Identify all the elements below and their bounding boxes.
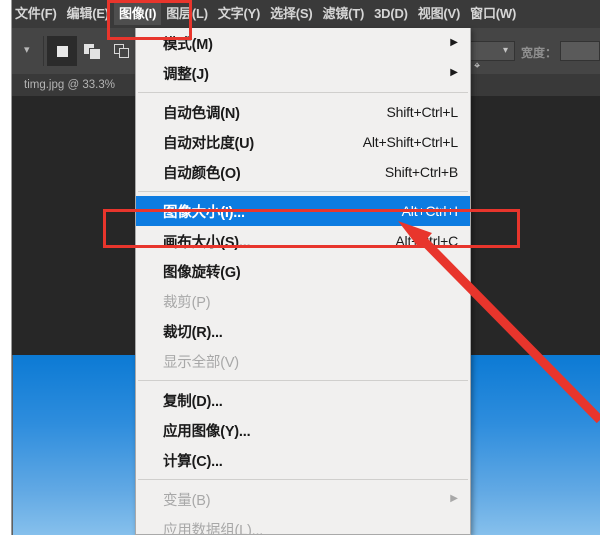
new-selection-icon: [56, 45, 68, 57]
menu-item-label: 应用图像(Y)...: [163, 423, 251, 440]
document-tab-label: timg.jpg @ 33.3%: [24, 79, 115, 91]
menu-item-0-0[interactable]: 模式(M) ▶: [136, 28, 470, 58]
menubar-item-4[interactable]: 文字(Y): [213, 3, 265, 25]
menu-item-2-5: 显示全部(V): [136, 346, 470, 376]
menu-item-3-1[interactable]: 应用图像(Y)...: [136, 415, 470, 445]
menu-item-label: 裁剪(P): [163, 294, 211, 311]
document-tab[interactable]: timg.jpg @ 33.3%: [12, 74, 125, 96]
selection-mode-group: [47, 36, 137, 66]
menu-item-2-1[interactable]: 画布大小(S)... Alt+Ctrl+C: [136, 226, 470, 256]
width-input[interactable]: [560, 41, 600, 61]
menu-item-4-1: 应用数据组(L)...: [136, 514, 470, 535]
menubar-item-8[interactable]: 视图(V): [413, 3, 465, 25]
menu-item-2-3: 裁剪(P): [136, 286, 470, 316]
submenu-arrow-icon: ▶: [450, 493, 458, 504]
menu-item-1-2[interactable]: 自动颜色(O) Shift+Ctrl+B: [136, 157, 470, 187]
menu-bar: 文件(F) 编辑(E) 图像(I) 图层(L) 文字(Y) 选择(S) 滤镜(T) 3D(D)…: [0, 0, 600, 28]
menu-item-label: 计算(C)...: [163, 453, 223, 470]
menu-item-label: 应用数据组(L)...: [163, 522, 264, 535]
menu-item-label: 模式(M): [163, 36, 213, 53]
menubar-item-1[interactable]: 编辑(E): [62, 3, 114, 25]
menu-separator-4: [138, 479, 468, 480]
width-label: 宽度：: [521, 46, 558, 60]
menubar-item-0[interactable]: 文件(F): [10, 3, 62, 25]
menu-item-label: 调整(J): [163, 66, 209, 83]
submenu-arrow-icon: ▶: [450, 265, 458, 276]
menu-item-label: 复制(D)...: [163, 393, 223, 410]
menu-item-4-0: 变量(B) ▶: [136, 484, 470, 514]
menu-item-2-0[interactable]: 图像大小(I)... Alt+Ctrl+I: [136, 196, 470, 226]
add-to-selection-button[interactable]: [77, 36, 107, 66]
menu-item-label: 变量(B): [163, 492, 211, 509]
left-gutter-divider: [11, 0, 12, 535]
menu-item-shortcut: Alt+Shift+Ctrl+L: [362, 134, 458, 150]
menu-item-label: 裁切(R)...: [163, 324, 223, 341]
menu-separator-2: [138, 191, 468, 192]
photoshop-window: timg.jpg @ 33.3% ▾ ▾ 宽度： ⌖ 文件(F) 编辑(E) 图…: [0, 0, 600, 535]
menu-item-label: 显示全部(V): [163, 354, 239, 371]
submenu-arrow-icon: ▶: [450, 37, 458, 48]
menu-item-3-0[interactable]: 复制(D)...: [136, 385, 470, 415]
menubar-item-6[interactable]: 滤镜(T): [318, 3, 370, 25]
menu-item-shortcut: Alt+Ctrl+C: [395, 233, 458, 249]
chevron-down-icon: ▾: [502, 45, 508, 56]
menu-item-2-2[interactable]: 图像旋转(G) ▶: [136, 256, 470, 286]
subtract-from-selection-icon: [114, 43, 130, 59]
menubar-item-3[interactable]: 图层(L): [161, 3, 213, 25]
menubar-item-7[interactable]: 3D(D): [369, 3, 413, 25]
menu-item-2-4[interactable]: 裁切(R)...: [136, 316, 470, 346]
menu-item-shortcut: Shift+Ctrl+L: [386, 104, 458, 120]
menu-item-1-1[interactable]: 自动对比度(U) Alt+Shift+Ctrl+L: [136, 127, 470, 157]
menubar-item-5[interactable]: 选择(S): [265, 3, 317, 25]
chevron-down-icon[interactable]: ▾: [24, 45, 35, 56]
menu-item-label: 自动对比度(U): [163, 135, 255, 152]
menu-item-shortcut: Alt+Ctrl+I: [401, 203, 459, 219]
options-divider-1: [43, 36, 44, 66]
add-to-selection-icon: [84, 43, 100, 59]
image-left-edge: [12, 355, 13, 535]
menu-item-0-1[interactable]: 调整(J) ▶: [136, 58, 470, 88]
menu-item-label: 图像旋转(G): [163, 264, 241, 281]
menu-item-label: 画布大小(S)...: [163, 234, 251, 251]
menubar-item-9[interactable]: 窗口(W): [465, 3, 521, 25]
menu-item-shortcut: Shift+Ctrl+B: [384, 164, 458, 180]
menu-separator-1: [138, 92, 468, 93]
text-cursor-icon: ⌖: [474, 60, 481, 72]
submenu-arrow-icon: ▶: [450, 67, 458, 78]
menu-separator-3: [138, 380, 468, 381]
subtract-from-selection-button[interactable]: [107, 36, 137, 66]
new-selection-button[interactable]: [47, 36, 77, 66]
menu-item-label: 自动颜色(O): [163, 165, 241, 182]
menu-item-3-2[interactable]: 计算(C)...: [136, 445, 470, 475]
menu-item-1-0[interactable]: 自动色调(N) Shift+Ctrl+L: [136, 97, 470, 127]
menu-item-label: 自动色调(N): [163, 105, 240, 122]
menubar-item-2[interactable]: 图像(I): [113, 3, 162, 25]
image-menu-dropdown: 模式(M) ▶ 调整(J) ▶ 自动色调(N) Shift+Ctrl+L 自动对比度(U) A…: [135, 28, 471, 535]
menu-item-label: 图像大小(I)...: [163, 204, 245, 221]
